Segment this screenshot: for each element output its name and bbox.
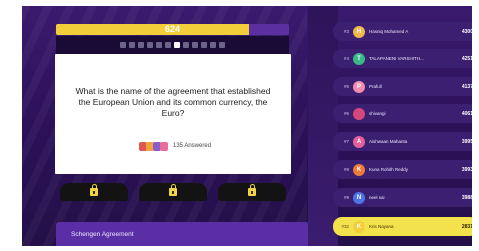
question-dot — [201, 42, 207, 48]
question-dot — [183, 42, 189, 48]
answered-indicator: 135 Answered — [139, 140, 211, 152]
player-avatar-icon: H — [353, 25, 365, 38]
leaderboard-rank: #32 — [341, 224, 349, 229]
lock-icon — [169, 184, 177, 196]
lock-icon — [90, 184, 98, 196]
score-progress-bar: 624 — [56, 24, 289, 35]
selected-answer-option[interactable]: Schengen Agreement — [56, 222, 309, 246]
current-question-dot — [174, 42, 180, 48]
answer-slot-2[interactable] — [139, 183, 207, 201]
leaderboard-row: #8 K Kuna Rohith Reddy 3993 — [333, 160, 472, 179]
leaderboard-row-current-player: #32 K Kris Nayana 2831 — [333, 217, 472, 236]
leaderboard-rank: #9 — [343, 195, 349, 200]
player-avatar-icon: K — [353, 163, 365, 176]
question-dot — [210, 42, 216, 48]
leaderboard-score: 4137 — [461, 83, 472, 90]
leaderboard-player-name: Kris Nayana — [369, 224, 394, 229]
question-dot — [120, 42, 126, 48]
leaderboard-rank: #8 — [343, 167, 349, 172]
leaderboard-row: #5 P Prafull 4137 — [333, 77, 472, 96]
player-avatar-icon: T — [353, 52, 365, 65]
leaderboard-player-name: Hasniq Mohamed A — [369, 29, 409, 34]
question-dot — [129, 42, 135, 48]
score-value: 624 — [164, 24, 181, 34]
leaderboard-player-name: Aishwaan Mahanta — [369, 139, 408, 144]
leaderboard-score: 4251 — [461, 55, 472, 62]
player-avatar-icon — [353, 107, 365, 120]
question-text: What is the name of the agreement that e… — [75, 86, 271, 118]
leaderboard-row: #3 H Hasniq Mohamed A 4300 — [333, 22, 472, 41]
player-avatar-icon: A — [353, 135, 365, 148]
leaderboard-score: 4300 — [461, 28, 472, 35]
answer-slot-1[interactable] — [60, 183, 128, 201]
player-avatar-icon: N — [353, 191, 365, 204]
leaderboard-rank: #4 — [343, 56, 349, 61]
answered-count: 135 Answered — [173, 143, 212, 149]
leaderboard-row: #9 Nneel sai 3988 — [333, 188, 472, 207]
leaderboard-player-name: neel sai — [369, 195, 385, 200]
leaderboard-row: #6 shivangi 4061 — [333, 104, 472, 123]
panel-divider — [308, 6, 338, 246]
leaderboard-score: 3993 — [461, 166, 472, 173]
leaderboard-rank: #3 — [343, 29, 349, 34]
leaderboard-score: 3995 — [461, 138, 472, 145]
leaderboard-score: 4061 — [461, 110, 472, 117]
leaderboard-player-name: TALAPANENI VARSHITH... — [369, 56, 424, 61]
quiz-screen: 624 What is the name of the agreement th… — [22, 6, 472, 246]
question-dot — [165, 42, 171, 48]
question-dot — [192, 42, 198, 48]
leaderboard-row: #7 A Aishwaan Mahanta 3995 — [333, 132, 472, 151]
leaderboard-player-name: Prafull — [369, 84, 382, 89]
leaderboard-rank: #7 — [343, 139, 349, 144]
leaderboard-rank: #6 — [343, 111, 349, 116]
leaderboard-score: 2831 — [461, 223, 472, 230]
leaderboard-rank: #5 — [343, 84, 349, 89]
answer-slot-3[interactable] — [218, 183, 286, 201]
question-card: What is the name of the agreement that e… — [55, 54, 291, 174]
player-avatar-icon — [160, 141, 168, 151]
leaderboard-score: 3988 — [461, 194, 472, 201]
lock-icon — [248, 184, 256, 196]
question-dot — [156, 42, 162, 48]
player-avatar-icon: P — [353, 80, 365, 93]
player-avatar-icon: K — [353, 220, 365, 233]
leaderboard-player-name: shivangi — [369, 111, 386, 116]
question-dot — [219, 42, 225, 48]
leaderboard-player-name: Kuna Rohith Reddy — [369, 167, 409, 172]
answered-avatars — [139, 141, 168, 151]
question-dot — [147, 42, 153, 48]
selected-answer-text: Schengen Agreement — [71, 231, 134, 238]
leaderboard-row: #4 T TALAPANENI VARSHITH... 4251 — [333, 49, 472, 68]
question-dot — [138, 42, 144, 48]
question-progress-dots — [56, 36, 289, 54]
